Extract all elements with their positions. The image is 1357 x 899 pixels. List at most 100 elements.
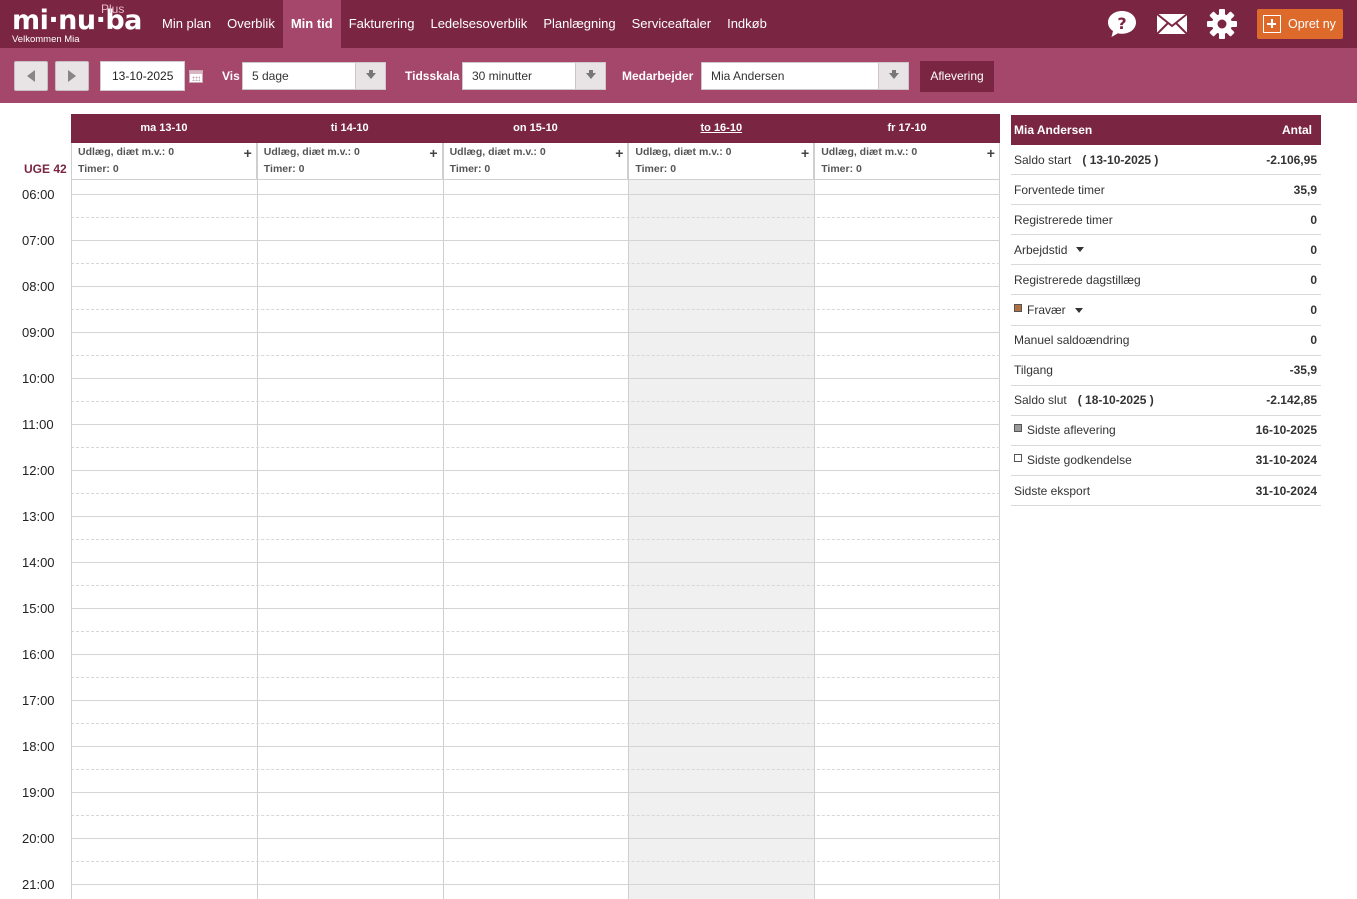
time-label: 19:00 (22, 785, 55, 800)
summary-row: Fravær 0 (1011, 295, 1321, 326)
hours-text: Timer: 0 (821, 163, 862, 175)
half-hour-line (71, 539, 1000, 540)
nav-item-6[interactable]: Serviceaftaler (624, 0, 719, 48)
hour-line (71, 562, 1000, 563)
time-label: 09:00 (22, 325, 55, 340)
summary-row: Saldo start ( 13-10-2025 ) -2.106,95 (1011, 145, 1321, 176)
hour-line (71, 792, 1000, 793)
add-expense-button[interactable]: + (429, 146, 437, 160)
calendar-icon[interactable] (189, 70, 203, 83)
caret-down-icon[interactable] (1076, 247, 1085, 253)
nav-item-7[interactable]: Indkøb (719, 0, 775, 48)
nav-item-3[interactable]: Fakturering (341, 0, 423, 48)
summary-row-label: Saldo slut (1014, 393, 1067, 408)
day-header-1[interactable]: ti 14-10 (257, 114, 443, 143)
submit-button[interactable]: Aflevering (920, 61, 994, 92)
expenses-text: Udlæg, diæt m.v.: 0 (78, 146, 175, 158)
summary-row-value: 16-10-2025 (1255, 423, 1317, 438)
summary-row-label: Manuel saldoændring (1014, 333, 1130, 348)
summary-row-label-group: Registrerede dagstillæg (1014, 273, 1141, 287)
summary-row-label: Registrerede timer (1014, 212, 1113, 227)
gear-icon[interactable] (1204, 8, 1240, 40)
chevron-down-icon[interactable] (575, 63, 605, 89)
nav-item-2[interactable]: Min tid (282, 0, 341, 48)
nav-item-1[interactable]: Overblik (219, 0, 283, 48)
expenses-text: Udlæg, diæt m.v.: 0 (821, 146, 918, 158)
chevron-down-icon[interactable] (355, 63, 385, 89)
summary-row: Sidste godkendelse 31-10-2024 (1011, 446, 1321, 477)
color-swatch-icon (1014, 454, 1022, 463)
add-expense-button[interactable]: + (987, 146, 995, 160)
employee-select-value: Mia Andersen (711, 69, 785, 83)
summary-row-label: Sidste godkendelse (1027, 453, 1132, 468)
scale-select[interactable]: 30 minutter (462, 62, 606, 90)
next-button[interactable] (55, 61, 89, 91)
nav-item-4[interactable]: Ledelsesoverblik (422, 0, 535, 48)
hour-line (71, 332, 1000, 333)
add-expense-button[interactable]: + (244, 146, 252, 160)
summary-row-label-group: Saldo slut ( 18-10-2025 ) (1014, 393, 1154, 407)
hours-text: Timer: 0 (635, 163, 677, 175)
add-expense-button[interactable]: + (801, 146, 809, 160)
summary-row-label-group: Fravær (1014, 303, 1083, 317)
hour-line (71, 378, 1000, 379)
half-hour-line (71, 447, 1000, 448)
summary-row-value: -2.106,95 (1266, 152, 1317, 167)
create-new-label: Opret ny (1288, 17, 1336, 31)
main-menu: Min plan Overblik Min tid Fakturering Ledels… (154, 0, 775, 48)
create-new-button[interactable]: Opret ny (1257, 9, 1343, 39)
employee-select[interactable]: Mia Andersen (701, 62, 909, 90)
scale-label: Tidsskala (405, 69, 460, 83)
hour-line (71, 194, 1000, 195)
welcome-text: Velkommen Mia (12, 34, 80, 45)
summary-row-label: Fravær (1027, 303, 1066, 318)
help-icon[interactable]: ? (1104, 8, 1140, 40)
day-summary: Udlæg, diæt m.v.: 0 Timer: 0 + (628, 143, 815, 180)
summary-row-value: 35,9 (1293, 182, 1317, 197)
chevron-down-icon[interactable] (878, 63, 908, 89)
summary-row-value: 0 (1310, 303, 1317, 318)
half-hour-line (71, 355, 1000, 356)
summary-count-header: Antal (1282, 123, 1312, 137)
time-label: 10:00 (22, 371, 55, 386)
summary-row-value: 0 (1310, 333, 1317, 348)
calendar-grid[interactable] (71, 180, 1000, 899)
summary-row: Registrerede dagstillæg 0 (1011, 265, 1321, 296)
half-hour-line (71, 263, 1000, 264)
previous-button[interactable] (14, 61, 48, 91)
hour-line (71, 516, 1000, 517)
date-input[interactable]: 13-10-2025 (100, 61, 185, 91)
vis-select[interactable]: 5 dage (242, 62, 386, 90)
time-label: 15:00 (22, 601, 55, 616)
logo-plus: Plus (101, 2, 125, 16)
summary-row-label-group: Manuel saldoændring (1014, 333, 1129, 347)
logo[interactable]: mi·nu·ba Plus Velkommen Mia (12, 2, 142, 46)
summary-row-value: 31-10-2024 (1255, 453, 1317, 468)
day-summary: Udlæg, diæt m.v.: 0 Timer: 0 + (71, 143, 257, 180)
summary-row-label-group: Sidste godkendelse (1014, 453, 1132, 467)
day-header-3[interactable]: to 16-10 (628, 114, 814, 143)
week-label: UGE 42 (24, 162, 67, 176)
summary-row-label-group: Arbejdstid (1014, 243, 1085, 257)
summary-row-label: Sidste eksport (1014, 483, 1091, 498)
mail-icon[interactable] (1154, 8, 1190, 40)
half-hour-line (71, 585, 1000, 586)
day-header-4[interactable]: fr 17-10 (814, 114, 1000, 143)
half-hour-line (71, 631, 1000, 632)
time-label: 16:00 (22, 647, 55, 662)
top-navigation: mi·nu·ba Plus Velkommen Mia Min plan Over… (0, 0, 1357, 48)
day-header-0[interactable]: ma 13-10 (71, 114, 257, 143)
summary-row-label: Tilgang (1014, 363, 1053, 378)
day-header-2[interactable]: on 15-10 (443, 114, 629, 143)
nav-item-0[interactable]: Min plan (154, 0, 219, 48)
caret-down-icon[interactable] (1074, 307, 1083, 313)
time-label: 12:00 (22, 463, 55, 478)
summary-row-label-group: Registrerede timer (1014, 213, 1113, 227)
summary-row: Manuel saldoændring 0 (1011, 326, 1321, 356)
hour-line (71, 286, 1000, 287)
summary-header: Mia Andersen Antal (1011, 115, 1321, 145)
color-swatch-icon (1014, 424, 1022, 433)
summary-row-label-group: Forventede timer (1014, 183, 1105, 197)
nav-item-5[interactable]: Planlægning (535, 0, 623, 48)
add-expense-button[interactable]: + (615, 146, 623, 160)
